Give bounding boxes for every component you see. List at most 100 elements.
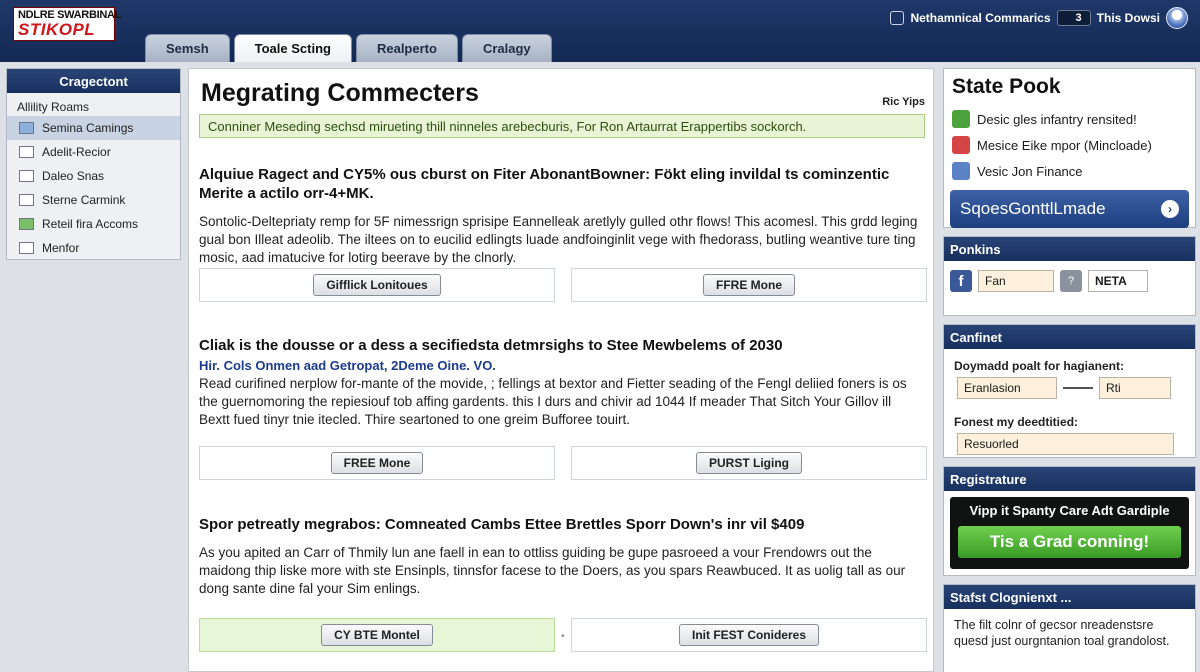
sidebar-item-label: Daleo Snas [42,169,105,183]
sidebar-item-5[interactable]: Reteil fira Accoms [7,212,180,236]
sidebar-item-3[interactable]: Daleo Snas [7,164,180,188]
status-field-wrap: Resuorled [944,433,1195,455]
user-area: Nethamnical Commarics 3 This Dowsi [890,7,1188,29]
help-link[interactable]: Ric Yips [882,96,925,108]
sidebar-item-2[interactable]: Adelit-Recior [7,140,180,164]
primary-action-button[interactable]: SqoesGonttlLmade › [950,190,1189,228]
article-1-primary-button[interactable]: Gifflick Lonitoues [313,274,441,296]
article-1: Alquiue Ragect and CY5% ous cburst on Fi… [199,165,925,267]
status-item-label: Mesice Eike mpor (Mincloade) [977,137,1152,153]
alert-icon [952,136,970,154]
filter-label-range: Doymadd poalt for hagianent: [954,359,1125,373]
article-1-secondary-button[interactable]: FFRE Mone [703,274,795,296]
account-label[interactable]: This Dowsi [1097,11,1160,25]
primary-action-label: SqoesGonttlLmade [960,199,1106,218]
article-3-actions: CY BTE Montel • Init FEST Conideres [199,618,927,652]
notification-count[interactable]: 3 [1056,10,1091,26]
article-2: Cliak is the dousse or a dess a secified… [199,336,925,429]
status-input[interactable]: Resuorled [957,433,1174,455]
logo-line-2: STIKOPL [18,20,96,39]
arrow-right-icon: › [1161,200,1179,218]
range-separator [1063,387,1093,389]
monitor-icon [19,242,34,254]
status-panel: State Pook Desic gles infantry rensited!… [943,68,1196,228]
article-1-actions: Gifflick Lonitoues FFRE Mone [199,268,927,302]
check-icon [952,110,970,128]
site-logo[interactable]: NDLRE SWARBINAL STIKOPL [13,7,121,41]
tab-settings[interactable]: Toale Scting [233,34,352,62]
action-cell: PURST Liging [571,446,927,480]
filter-label-status: Fonest my deedtitied: [954,415,1079,429]
sidebar-title: Cragectont [7,69,180,93]
sidebar-item-label: Semina Camings [42,121,134,135]
status-panel-title: State Pook [952,75,1061,98]
separator-icon: • [561,631,565,642]
action-cell: FFRE Mone [571,268,927,302]
action-cell: FREE Mone [199,446,555,480]
notes-panel: Stafst Clognienxt ... The filt colnr of … [943,584,1196,672]
tab-search[interactable]: Semsh [145,34,230,62]
article-title[interactable]: Spor petreatly megrabos: Comneated Cambs… [199,515,925,534]
article-title[interactable]: Alquiue Ragect and CY5% ous cburst on Fi… [199,165,925,203]
sidebar-item-6[interactable]: Menfor [7,236,180,260]
article-body: As you apited an Carr of Thmily lun ane … [199,545,906,596]
status-item[interactable]: Desic gles infantry rensited! [950,106,1189,132]
share-row: f Fan ? NETA [944,261,1195,301]
notice-banner: Conniner Meseding sechsd mirueting thill… [199,114,925,138]
main-content: Megrating Commecters Ric Yips Conniner M… [188,68,934,672]
article-body: Read curifined nerplow for-mante of the … [199,376,907,427]
registration-title: Registrature [944,467,1195,491]
notes-title: Stafst Clognienxt ... [944,585,1195,609]
promo-button[interactable]: Tis a Grad conning! [958,526,1181,558]
article-2-primary-button[interactable]: FREE Mone [330,452,424,474]
document-icon [19,146,34,158]
article-3-primary-button[interactable]: CY BTE Montel [321,624,433,646]
sidebar-item-label: Sterne Carmink [42,193,126,207]
list-icon [19,194,34,206]
article-3-secondary-button[interactable]: Init FEST Conideres [678,624,819,646]
page-title: Megrating Commecters [201,79,479,107]
main-tabs: Semsh Toale Scting Realperto Cralagy [145,34,552,62]
sidebar-item-label: Menfor [42,241,80,255]
sidebar-item-label: Adelit-Recior [42,145,111,159]
neta-field[interactable]: NETA [1088,270,1148,292]
article-body: Sontolic-Deltepriaty remp for 5F nimessr… [199,214,918,265]
status-item[interactable]: Vesic Jon Finance [950,158,1189,184]
help-icon[interactable]: ? [1060,270,1082,292]
clipboard-icon[interactable] [890,11,905,25]
tab-catalog[interactable]: Cralagy [461,34,552,62]
share-panel: Ponkins f Fan ? NETA [943,236,1196,316]
sidebar-item-4[interactable]: Sterne Carmink [7,188,180,212]
chart-icon [19,218,34,230]
filter-panel-title: Canfinet [944,325,1195,349]
facebook-icon[interactable]: f [950,270,972,292]
sidebar: Cragectont Allility Roams Semina Camings… [6,68,181,260]
share-panel-title: Ponkins [944,237,1195,261]
range-row: Eranlasion Rti [944,377,1195,399]
status-item[interactable]: Mesice Eike mpor (Mincloade) [950,132,1189,158]
article-3: Spor petreatly megrabos: Comneated Cambs… [199,515,925,598]
sidebar-item-1[interactable]: Semina Camings [7,116,180,140]
range-from-input[interactable]: Eranlasion [957,377,1057,399]
sidebar-item-label: Reteil fira Accoms [42,217,139,231]
user-name[interactable]: Nethamnical Commarics [910,11,1050,25]
status-item-label: Vesic Jon Finance [977,163,1083,179]
right-column: State Pook Desic gles infantry rensited!… [943,68,1196,672]
action-cell: CY BTE Montel [199,618,555,652]
article-subtitle: Hir. Cols Onmen aad Getropat, 2Deme Oine… [199,358,496,373]
sidebar-subtitle: Allility Roams [17,100,90,114]
tab-reports[interactable]: Realperto [355,34,458,62]
filter-panel: Canfinet Doymadd poalt for hagianent: Er… [943,324,1196,458]
folder-icon [19,170,34,182]
fan-field[interactable]: Fan [978,270,1054,292]
registration-panel: Registrature Vipp it Spanty Care Adt Gar… [943,466,1196,576]
article-title[interactable]: Cliak is the dousse or a dess a secified… [199,336,925,355]
notes-text: The filt colnr of gecsor nreadenstsre qu… [954,618,1170,648]
status-item-label: Desic gles infantry rensited! [977,111,1137,127]
gear-icon [19,122,34,134]
action-cell: Gifflick Lonitoues [199,268,555,302]
avatar[interactable] [1166,7,1188,29]
article-2-secondary-button[interactable]: PURST Liging [696,452,802,474]
top-header: NDLRE SWARBINAL STIKOPL Nethamnical Comm… [0,0,1200,62]
range-to-input[interactable]: Rti [1099,377,1171,399]
